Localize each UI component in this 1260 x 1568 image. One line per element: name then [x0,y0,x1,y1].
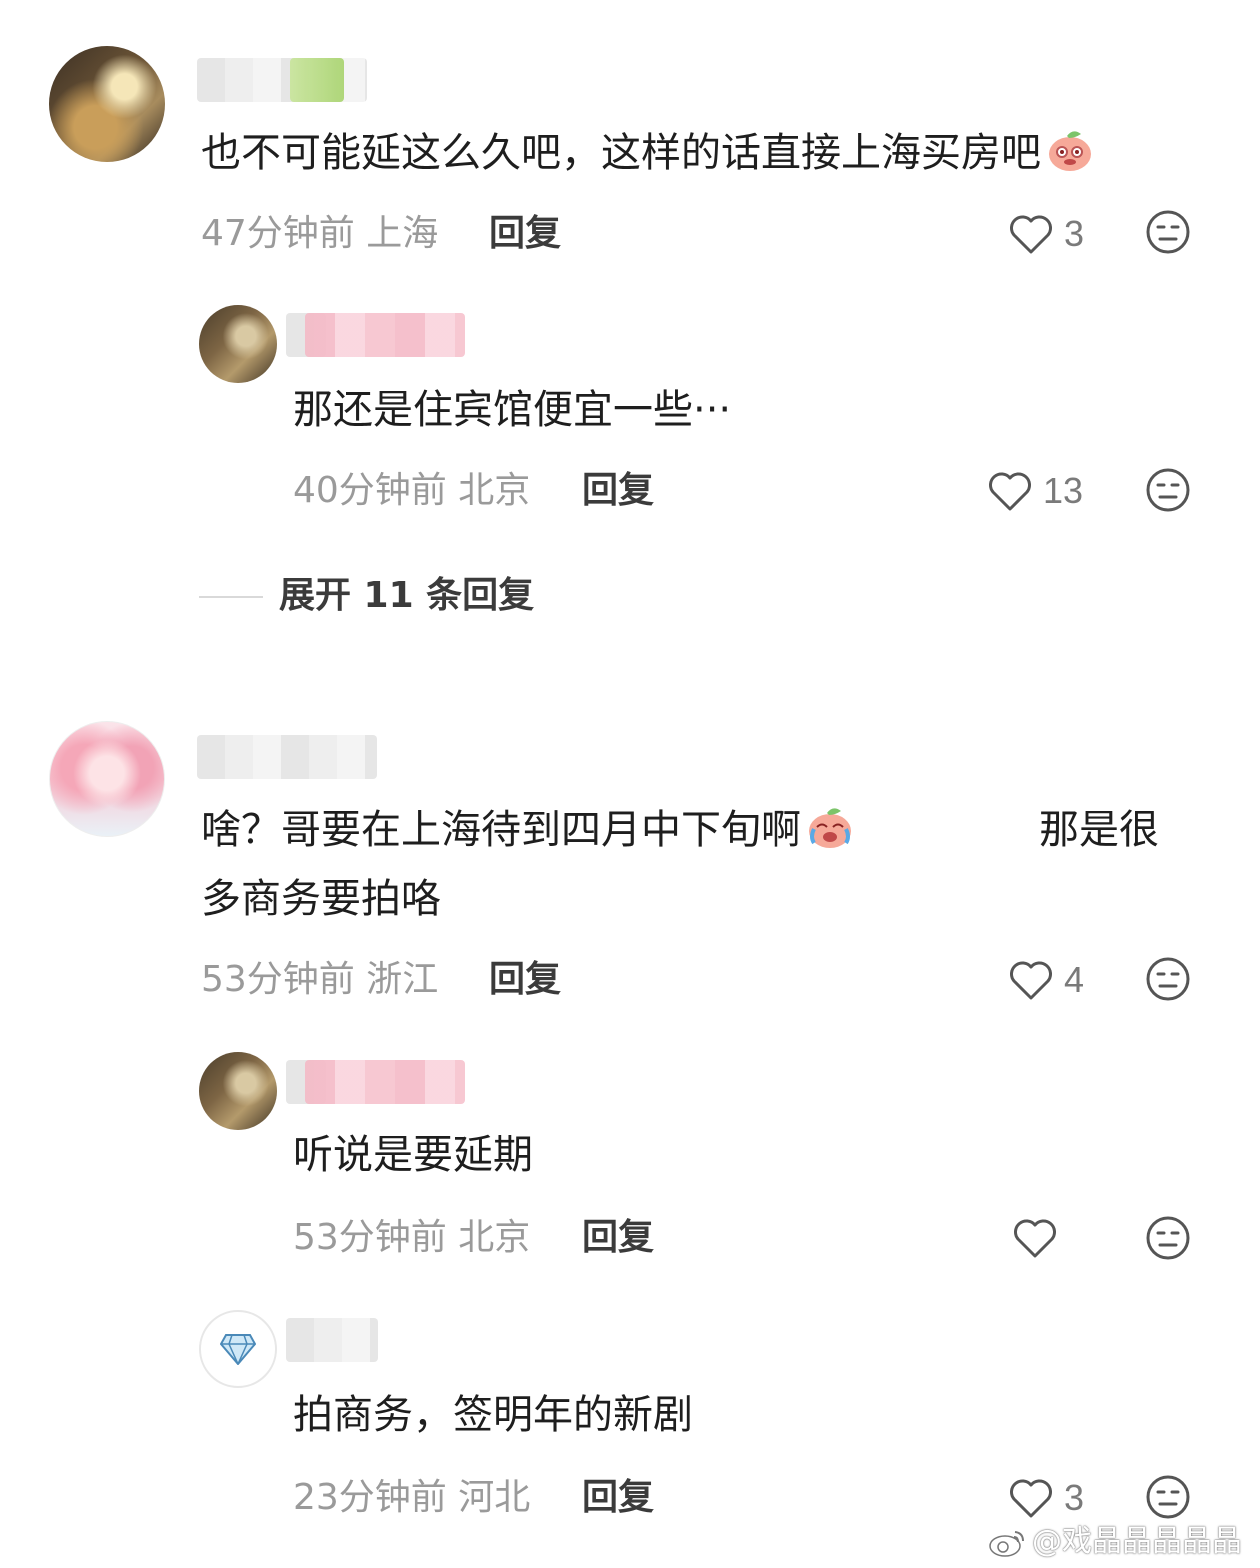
comment-time: 40分钟前 [293,470,447,511]
neutral-face-icon[interactable] [1145,1474,1191,1520]
like-button[interactable]: 4 [1008,956,1084,1004]
like-button[interactable]: 3 [1008,1474,1084,1522]
heart-outline-icon [1010,1479,1052,1518]
expand-divider [199,596,263,598]
like-count: 13 [1043,470,1084,511]
username-blurred[interactable] [286,1318,378,1362]
comment-text: 啥？哥要在上海待到四月中下旬啊 [201,795,855,865]
reply-button[interactable]: 回复 [489,212,561,256]
comment-text-tail: 那是很 [1039,807,1159,853]
weibo-logo-icon [989,1531,1024,1557]
comment-location: 北京 [458,1217,531,1258]
like-button[interactable] [1012,1214,1068,1262]
comment-meta: 47分钟前 上海 [201,212,438,256]
reply-button[interactable]: 回复 [582,469,654,513]
avatar[interactable] [199,305,277,383]
like-count: 3 [1064,213,1085,254]
watermark-text: @戏晶晶晶晶晶 [1032,1524,1242,1559]
heart-outline-icon [989,472,1031,511]
heart-outline-icon [1010,215,1052,254]
username-blurred[interactable] [305,313,465,357]
like-button[interactable]: 3 [1008,210,1084,258]
like-button[interactable]: 13 [987,467,1083,515]
comment-location: 河北 [458,1477,531,1518]
comment-time: 23分钟前 [293,1477,447,1518]
heart-outline-icon [1014,1219,1056,1258]
comment-location: 北京 [458,470,531,511]
heart-outline-icon [1010,961,1052,1000]
username-blurred[interactable] [305,1060,465,1104]
like-count: 4 [1064,959,1085,1000]
comment-text: 那还是住宾馆便宜一些··· [293,387,732,433]
reply-button[interactable]: 回复 [489,958,561,1002]
comment-meta: 53分钟前 北京 [293,1216,530,1260]
comment-location: 上海 [366,213,439,254]
diamond-icon [220,1334,256,1365]
avatar[interactable] [49,46,165,162]
expand-replies-button[interactable]: 展开 11 条回复 [279,574,534,618]
comment-meta: 53分钟前 浙江 [201,958,438,1002]
comment-time: 47分钟前 [201,213,355,254]
reply-button[interactable]: 回复 [582,1216,654,1260]
reply-button[interactable]: 回复 [582,1476,654,1520]
neutral-face-icon[interactable] [1145,209,1191,255]
comment-meta: 23分钟前 河北 [293,1476,530,1520]
avatar[interactable] [49,721,165,837]
neutral-face-icon[interactable] [1145,467,1191,513]
comment-text: 拍商务，签明年的新剧 [293,1392,693,1438]
comment-text: 也不可能延这么久吧，这样的话直接上海买房吧 [201,118,1095,188]
comment-text: 听说是要延期 [293,1132,533,1178]
neutral-face-icon[interactable] [1145,956,1191,1002]
peach-emoji-icon [1049,131,1091,171]
comment-time: 53分钟前 [293,1217,447,1258]
user-badge-blurred [290,58,344,102]
like-count: 3 [1064,1477,1085,1518]
comment-text: 多商务要拍咯 [201,876,441,922]
peach-emoji-icon [809,808,851,848]
neutral-face-icon[interactable] [1145,1215,1191,1261]
avatar[interactable] [199,1310,277,1388]
comment-location: 浙江 [366,959,439,1000]
avatar[interactable] [199,1052,277,1130]
username-blurred[interactable] [197,735,377,779]
comment-time: 53分钟前 [201,959,355,1000]
comment-meta: 40分钟前 北京 [293,469,530,513]
weibo-watermark: @戏晶晶晶晶晶 [988,1522,1242,1562]
